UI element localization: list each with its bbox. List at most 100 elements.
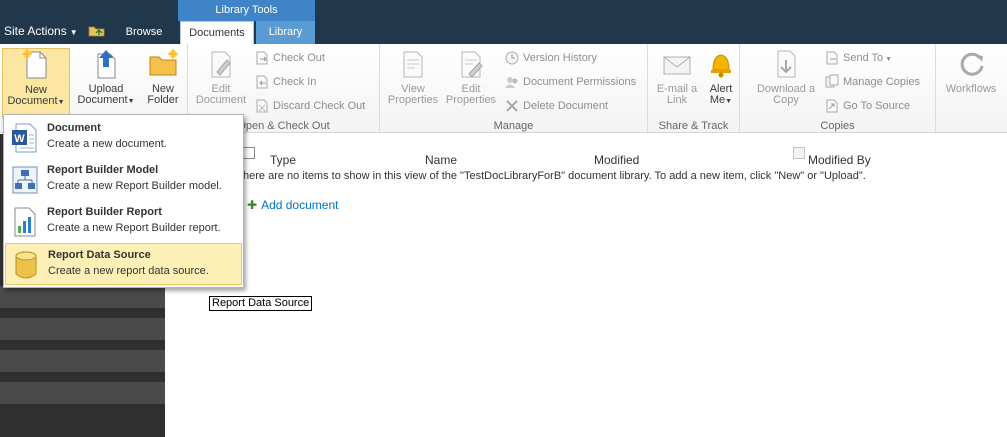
menu-item-title: Report Data Source [48,249,151,261]
manage-copies-label: Manage Copies [843,76,921,88]
upload-document-icon [97,50,116,79]
database-icon [15,251,37,279]
edit-properties-button[interactable]: Edit Properties [443,48,499,106]
version-history-label: Version History [523,52,597,64]
view-properties-button[interactable]: View Properties [386,48,440,106]
email-icon [663,56,691,75]
new-folder-button[interactable]: New Folder [142,48,184,106]
new-folder-label-2: Folder [147,94,179,106]
upload-document-label-2: Document [77,94,128,106]
menu-item-title: Report Builder Report [47,206,162,218]
edit-document-label-2: Document [195,94,247,106]
chevron-down-icon: ▼ [883,56,893,63]
manage-copies-button[interactable]: Manage Copies [824,72,920,92]
navigate-up-icon[interactable] [88,24,105,37]
edit-document-icon [211,51,231,78]
new-document-icon [22,49,47,79]
workflows-button[interactable]: Workflows [940,48,1002,95]
email-link-button[interactable]: E-mail a Link [654,48,700,106]
new-document-menu: W Document Create a new document. Report… [3,114,244,288]
check-in-icon [256,75,268,89]
nav-strip [0,382,165,404]
check-in-label: Check In [273,76,317,88]
report-model-icon [12,166,38,194]
delete-document-button[interactable]: Delete Document [504,96,608,116]
svg-text:W: W [14,133,25,145]
nav-strip [0,350,165,372]
bell-icon [711,54,731,78]
menu-item-document[interactable]: W Document Create a new document. [5,117,242,159]
menu-item-title: Report Builder Model [47,164,159,176]
version-history-icon [505,51,519,65]
nav-strip [0,318,165,340]
menu-item-description: Create a new Report Builder report. [47,222,221,234]
chevron-down-icon: ▼ [57,99,65,106]
new-document-button[interactable]: New Document▼ [2,48,70,118]
go-to-source-icon [826,99,838,113]
discard-check-out-label: Discard Check Out [273,100,366,112]
alert-me-label-2: Me [709,94,726,106]
send-to-button[interactable]: Send To ▼ [824,48,892,68]
chevron-down-icon: ▼ [127,98,135,105]
tab-browse[interactable]: Browse [116,26,172,38]
chevron-down-icon: ▼ [725,98,733,105]
upload-document-button[interactable]: Upload Document▼ [73,48,139,107]
menu-item-description: Create a new report data source. [48,265,209,277]
chevron-down-icon: ▼ [69,28,78,37]
menu-item-description: Create a new document. [47,138,167,150]
report-icon [14,207,36,237]
ribbon-group-share-track: E-mail a Link Alert Me▼ Share & Track [648,44,740,133]
menu-item-report-builder-model[interactable]: Report Builder Model Create a new Report… [5,159,242,201]
menu-item-title: Document [47,122,101,134]
download-copy-button[interactable]: Download a Copy [752,48,820,106]
empty-list-message: here are no items to show in this view o… [243,170,866,182]
go-to-source-button[interactable]: Go To Source [824,96,910,116]
edit-properties-label-2: Properties [445,94,497,106]
tab-documents[interactable]: Documents [180,21,254,44]
view-properties-icon [403,51,423,78]
tab-library[interactable]: Library [256,21,315,44]
plus-icon: ✚ [247,198,258,212]
select-all-checkbox[interactable] [243,147,255,159]
menu-item-report-builder-report[interactable]: Report Builder Report Create a new Repor… [5,201,242,243]
edit-properties-icon [461,51,483,78]
new-folder-icon [149,49,178,76]
go-to-source-label: Go To Source [843,100,911,112]
check-in-button[interactable]: Check In [254,72,316,92]
workflows-icon [960,52,984,76]
new-document-label-2: Document [7,95,58,107]
edit-document-button[interactable]: Edit Document [192,48,250,106]
version-history-button[interactable]: Version History [504,48,597,68]
check-out-label: Check Out [273,52,325,64]
manage-copies-icon [825,74,839,88]
top-bar: Site Actions ▼ Browse Library Tools Docum… [0,0,1007,44]
add-document-label: Add document [261,198,339,212]
column-header-name[interactable]: Name [425,153,457,167]
download-copy-label-2: Copy [773,94,799,106]
check-out-icon [256,51,268,65]
discard-check-out-button[interactable]: Discard Check Out [254,96,365,116]
send-to-icon [826,51,838,65]
column-header-modified-by[interactable]: Modified By [808,153,871,167]
group-label-manage: Manage [493,120,534,132]
check-out-button[interactable]: Check Out [254,48,325,68]
email-link-label-2: Link [666,94,688,106]
view-properties-label-2: Properties [387,94,439,106]
add-document-link[interactable]: ✚ Add document [247,198,338,212]
send-to-label: Send To [843,52,884,64]
delete-document-label: Delete Document [523,100,608,112]
menu-item-report-data-source[interactable]: Report Data Source Create a new report d… [5,243,242,285]
document-permissions-label: Document Permissions [523,76,637,88]
tooltip: Report Data Source [209,296,313,311]
workflows-label: Workflows [945,83,997,95]
site-actions-menu[interactable]: Site Actions ▼ [4,24,78,38]
download-icon [777,50,796,78]
column-header-type[interactable]: Type [270,153,296,167]
alert-me-button[interactable]: Alert Me▼ [703,48,739,107]
delete-icon [506,100,518,112]
group-label-copies: Copies [820,120,855,132]
ribbon-group-workflows: Workflows [936,44,1007,133]
nav-strip [0,286,165,308]
document-permissions-button[interactable]: Document Permissions [504,72,636,92]
column-header-modified[interactable]: Modified [594,153,639,167]
